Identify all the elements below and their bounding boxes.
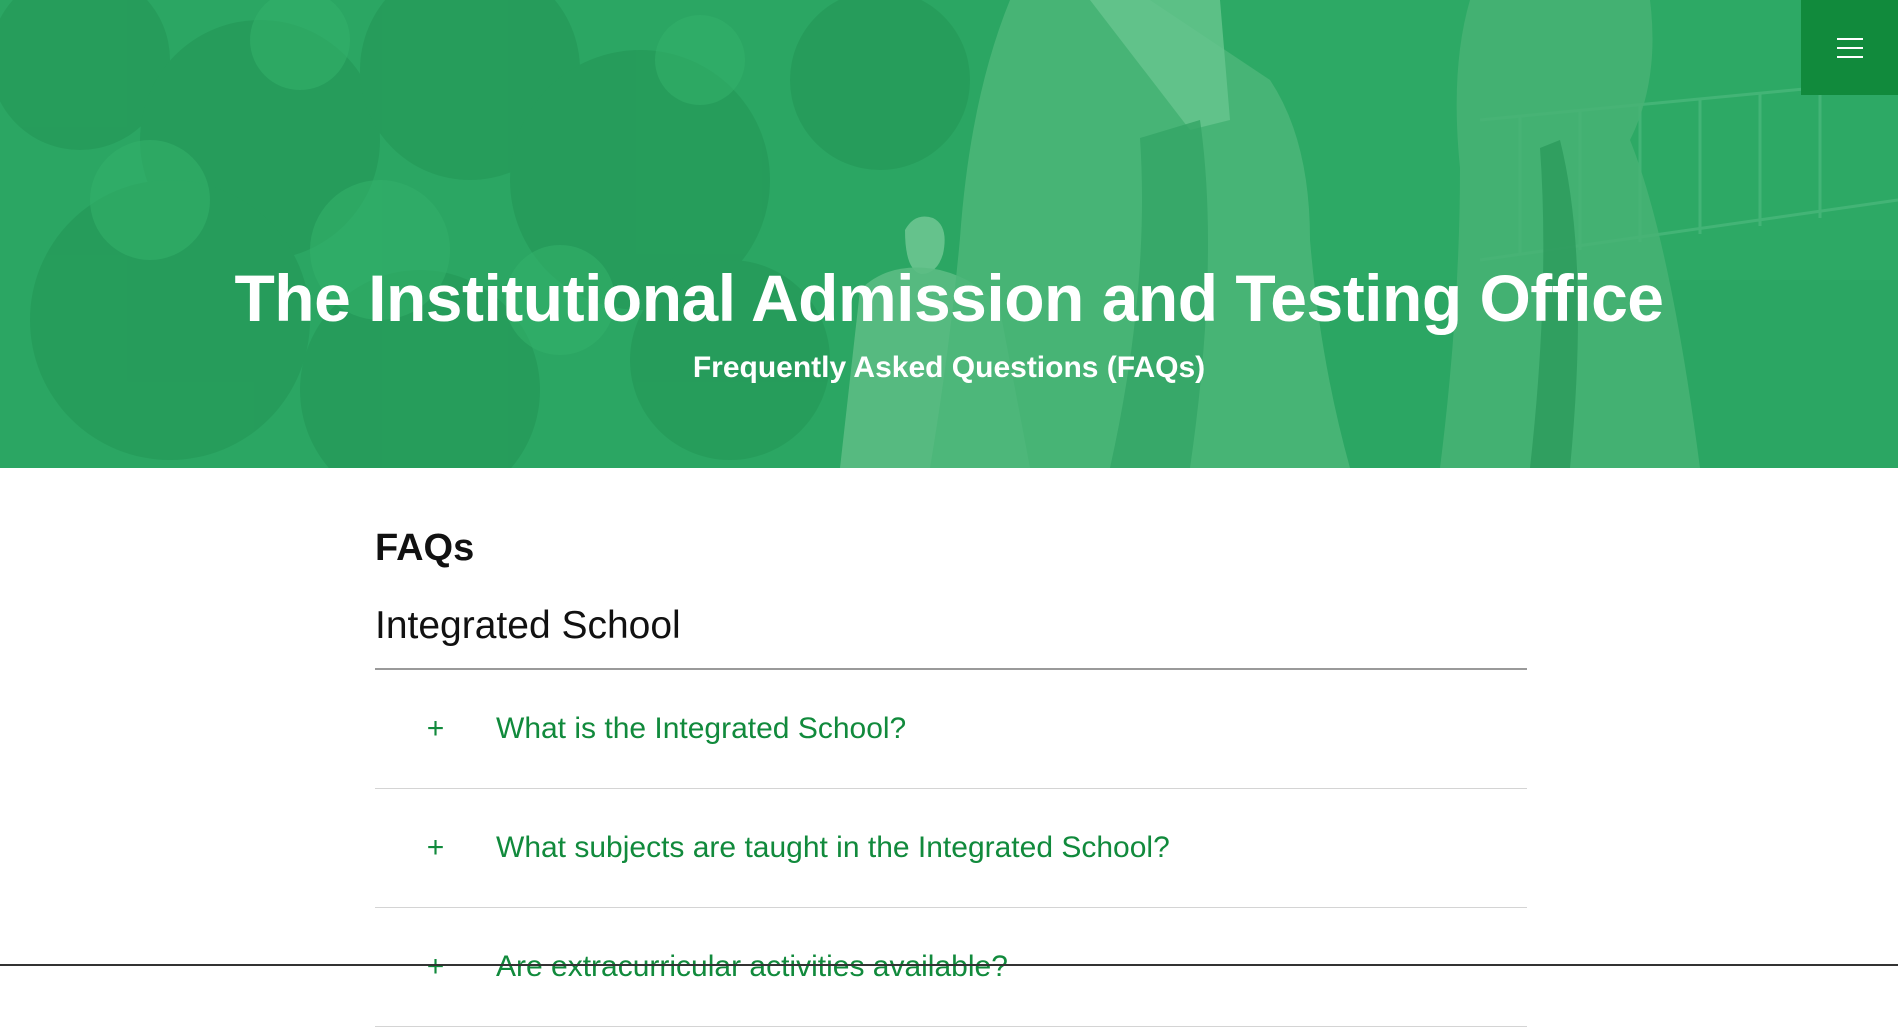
- hero-background-image: [0, 0, 1898, 468]
- faqs-heading: FAQs: [375, 527, 475, 569]
- hamburger-menu-icon: [1836, 37, 1863, 58]
- category-heading-integrated-school: Integrated School: [375, 598, 1527, 670]
- page-title: The Institutional Admission and Testing …: [234, 261, 1664, 335]
- hero-banner: The Institutional Admission and Testing …: [0, 0, 1898, 468]
- faq-question[interactable]: What subjects are taught in the Integrat…: [496, 828, 1170, 868]
- plus-icon[interactable]: +: [375, 831, 496, 865]
- faq-question[interactable]: What is the Integrated School?: [496, 709, 906, 749]
- page-subtitle: Frequently Asked Questions (FAQs): [692, 351, 1206, 384]
- plus-icon[interactable]: +: [375, 712, 496, 746]
- faq-item[interactable]: + Are extracurricular activities availab…: [375, 908, 1527, 1027]
- plus-icon[interactable]: +: [375, 950, 496, 984]
- faq-question[interactable]: Are extracurricular activities available…: [496, 947, 1008, 987]
- faq-item[interactable]: + What is the Integrated School?: [375, 670, 1527, 789]
- faq-section: FAQs Integrated School + What is the Int…: [375, 520, 1527, 1027]
- menu-button[interactable]: [1801, 0, 1898, 95]
- faq-item[interactable]: + What subjects are taught in the Integr…: [375, 789, 1527, 908]
